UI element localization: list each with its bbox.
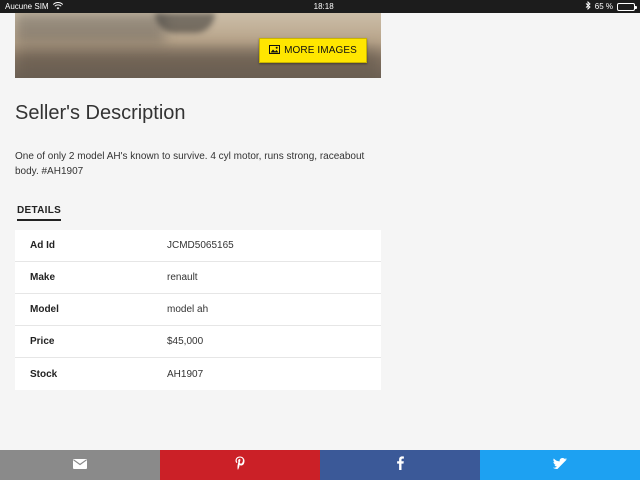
more-images-button[interactable]: MORE IMAGES (259, 38, 367, 63)
detail-row-make: Make renault (15, 262, 381, 294)
battery-percent: 65 % (594, 2, 613, 11)
detail-row-price: Price $45,000 (15, 326, 381, 358)
detail-key: Price (30, 336, 55, 347)
status-left: Aucune SIM (5, 1, 63, 12)
detail-key: Make (30, 272, 56, 283)
detail-row-model: Model model ah (15, 294, 381, 326)
tab-details[interactable]: DETAILS (17, 205, 62, 221)
bluetooth-icon (585, 0, 591, 12)
detail-key: Stock (30, 368, 58, 380)
envelope-icon (73, 456, 87, 474)
detail-row-stock: Stock AH1907 (15, 358, 381, 390)
facebook-icon (396, 455, 404, 475)
share-pinterest-button[interactable] (160, 450, 320, 480)
detail-value: $45,000 (167, 336, 204, 347)
details-table: Ad Id JCMD5065165 Make renault Model mod… (15, 230, 381, 390)
wifi-icon (52, 1, 63, 12)
status-bar: Aucune SIM 18:18 65 % (0, 0, 640, 13)
share-email-button[interactable] (0, 450, 160, 480)
detail-row-ad-id: Ad Id JCMD5065165 (15, 230, 381, 262)
photo-tire-shadow (155, 13, 215, 33)
clock: 18:18 (313, 2, 334, 11)
twitter-icon (552, 456, 567, 474)
pinterest-icon (235, 456, 245, 475)
detail-value: JCMD5065165 (167, 240, 234, 251)
detail-key: Ad Id (30, 240, 55, 251)
share-bar (0, 450, 640, 480)
detail-key: Model (30, 304, 59, 315)
detail-value: renault (167, 272, 198, 283)
status-right: 65 % (585, 0, 637, 12)
detail-value: AH1907 (167, 368, 204, 380)
section-title: Seller's Description (15, 102, 186, 124)
more-images-label: MORE IMAGES (284, 45, 357, 56)
battery-icon (617, 2, 637, 11)
detail-value: model ah (167, 304, 209, 315)
share-facebook-button[interactable] (320, 450, 480, 480)
carrier-label: Aucune SIM (5, 2, 49, 11)
seller-description: One of only 2 model AH's known to surviv… (15, 151, 365, 177)
photo-shadow (15, 13, 165, 43)
share-twitter-button[interactable] (480, 450, 640, 480)
image-icon (269, 44, 281, 57)
